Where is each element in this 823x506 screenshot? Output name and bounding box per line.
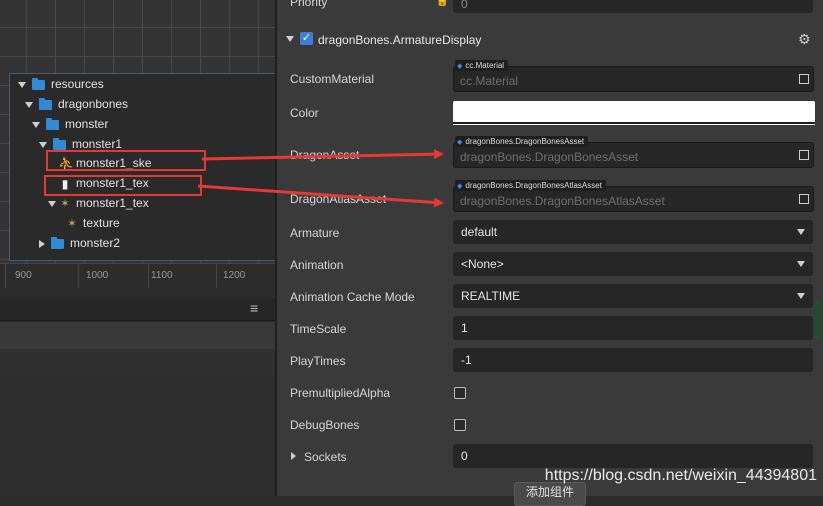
expand-arrow-icon[interactable]	[32, 121, 40, 128]
watermark-text: https://blog.csdn.net/weixin_44394801	[544, 467, 817, 484]
tree-item-resources[interactable]: resources	[18, 74, 104, 94]
animation-select[interactable]: <None>	[453, 252, 813, 276]
scene-ruler: 900 1000 1100 1200	[0, 263, 275, 288]
panel-body	[0, 376, 275, 496]
animation-label: Animation	[290, 258, 344, 272]
priority-input[interactable]: 0	[453, 0, 813, 13]
tree-item-monster[interactable]: monster	[32, 114, 108, 134]
tree-item-texture[interactable]: ✶ texture	[65, 213, 119, 233]
armature-select[interactable]: default	[453, 220, 813, 244]
tree-item-monster2[interactable]: monster2	[39, 233, 120, 253]
folder-icon	[53, 137, 66, 150]
ruler-tick: 900	[15, 270, 32, 281]
animation-cache-mode-value: REALTIME	[461, 289, 521, 303]
armature-label: Armature	[290, 226, 340, 240]
dragon-atlas-asset-type-tag: dragonBones.DragonBonesAtlasAsset	[455, 180, 606, 191]
folder-icon	[32, 77, 45, 90]
tree-item-dragonbones[interactable]: dragonbones	[25, 94, 128, 114]
panel-row	[0, 349, 275, 376]
dragon-asset-label: DragonAsset	[290, 148, 360, 162]
asset-picker-icon[interactable]	[799, 194, 809, 204]
expand-arrow-icon[interactable]	[18, 81, 26, 88]
expand-arrow-icon[interactable]	[39, 141, 47, 148]
panel-header	[0, 298, 275, 321]
menu-icon[interactable]: ≡	[250, 300, 258, 316]
component-title: dragonBones.ArmatureDisplay	[318, 33, 482, 47]
debug-bones-label: DebugBones	[290, 418, 360, 432]
custom-material-placeholder: cc.Material	[460, 74, 519, 88]
highlight-box-tex	[44, 175, 202, 196]
expand-arrow-icon[interactable]	[25, 101, 33, 108]
time-scale-label: TimeScale	[290, 322, 347, 336]
time-scale-input[interactable]: 1	[453, 316, 813, 340]
dropdown-caret-icon	[797, 229, 805, 235]
play-times-input[interactable]: -1	[453, 348, 813, 372]
highlight-box-ske	[46, 150, 206, 171]
asset-picker-icon[interactable]	[799, 74, 809, 84]
dragon-atlas-asset-label: DragonAtlasAsset	[290, 192, 387, 206]
component-collapse-arrow-icon[interactable]	[286, 36, 294, 42]
atlas-icon: ✶	[60, 197, 70, 210]
color-alpha-bar	[453, 122, 815, 124]
collapse-arrow-icon[interactable]	[39, 239, 45, 248]
inspector-scrollbar[interactable]	[814, 300, 820, 340]
premultiplied-alpha-label: PremultipliedAlpha	[290, 386, 391, 400]
panel-toolbar	[0, 322, 275, 349]
sockets-expand-arrow-icon[interactable]	[291, 452, 296, 460]
animation-cache-mode-label: Animation Cache Mode	[290, 290, 415, 304]
asset-picker-icon[interactable]	[799, 150, 809, 160]
ruler-tick: 1100	[151, 270, 173, 281]
lock-icon[interactable]: 🔒	[436, 0, 448, 7]
armature-value: default	[461, 225, 498, 239]
color-label: Color	[290, 106, 319, 120]
play-times-label: PlayTimes	[290, 354, 346, 368]
premultiplied-alpha-checkbox[interactable]	[454, 387, 466, 399]
texture-icon: ✶	[67, 217, 77, 230]
dropdown-caret-icon	[797, 261, 805, 267]
ruler-tick: 1000	[86, 270, 109, 281]
priority-label: Priority	[290, 0, 328, 9]
dragon-asset-type-tag: dragonBones.DragonBonesAsset	[455, 136, 589, 147]
folder-icon	[39, 97, 52, 110]
dragon-atlas-asset-placeholder: dragonBones.DragonBonesAtlasAsset	[460, 194, 665, 208]
folder-icon	[51, 236, 64, 249]
sockets-label: Sockets	[304, 450, 347, 464]
debug-bones-checkbox[interactable]	[454, 419, 466, 431]
sockets-input[interactable]: 0	[453, 444, 813, 468]
ruler-tick: 1200	[223, 270, 246, 281]
custom-material-type-tag: cc.Material	[455, 60, 509, 71]
tree-item-monster1-tex-atlas[interactable]: ✶ monster1_tex	[48, 193, 149, 213]
gear-icon[interactable]: ⚙	[798, 31, 811, 48]
component-enabled-checkbox[interactable]: ✓	[300, 32, 313, 45]
folder-icon	[46, 117, 59, 130]
custom-material-label: CustomMaterial	[290, 72, 375, 86]
add-component-button[interactable]: 添加组件	[514, 482, 586, 506]
dropdown-caret-icon	[797, 293, 805, 299]
expand-arrow-icon[interactable]	[48, 200, 56, 207]
animation-cache-mode-select[interactable]: REALTIME	[453, 284, 813, 308]
dragon-asset-placeholder: dragonBones.DragonBonesAsset	[460, 150, 639, 164]
animation-value: <None>	[461, 257, 504, 271]
